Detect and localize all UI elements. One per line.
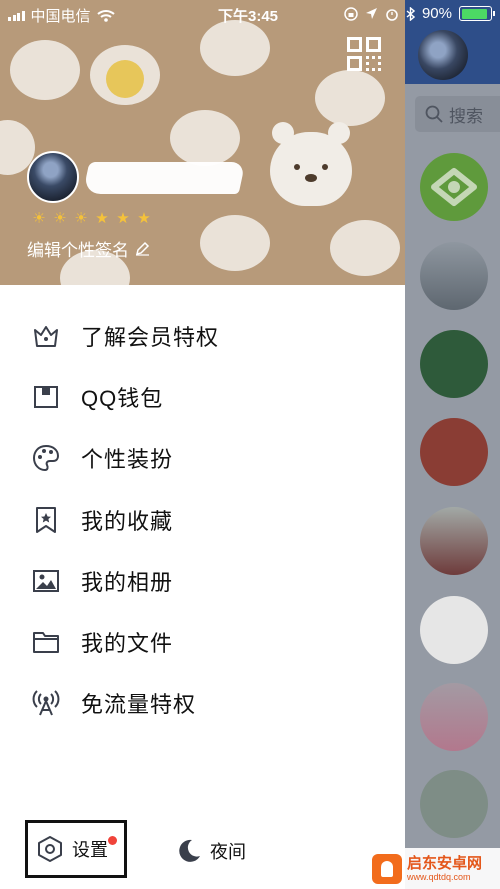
search-placeholder: 搜索 bbox=[449, 106, 483, 126]
bun-decoration bbox=[200, 20, 270, 76]
menu-item-files[interactable]: 我的文件 bbox=[0, 611, 405, 672]
sun-level-icon: ☀ bbox=[74, 210, 88, 227]
menu-item-label: 我的文件 bbox=[81, 631, 174, 657]
bun-decoration bbox=[330, 220, 400, 276]
palette-icon bbox=[30, 442, 62, 474]
menu-item-label: 了解会员特权 bbox=[81, 324, 220, 350]
redacted-nickname[interactable] bbox=[82, 162, 246, 194]
wifi-icon bbox=[96, 10, 115, 22]
bear-decoration bbox=[270, 122, 352, 206]
side-drawer: ☀ ☀ ☀ ★ ★ ★ 编辑个性签名 了解会员特权 QQ钱包 个性装扮 我的收藏… bbox=[0, 0, 405, 889]
menu-item-label: 我的相册 bbox=[81, 569, 174, 595]
menu-item-label: 个性装扮 bbox=[81, 447, 174, 473]
orientation-lock-icon bbox=[344, 6, 358, 21]
bookmark-star-icon bbox=[30, 504, 62, 536]
qr-code-icon[interactable] bbox=[347, 37, 381, 71]
menu-item-free-data[interactable]: 免流量特权 bbox=[0, 673, 405, 734]
menu-item-label: QQ钱包 bbox=[81, 385, 164, 411]
watermark-url: www.qdtdq.com bbox=[407, 871, 471, 882]
chat-avatar bbox=[420, 770, 488, 838]
menu-item-vip[interactable]: 了解会员特权 bbox=[0, 305, 405, 366]
egg-yolk-decoration bbox=[106, 60, 144, 98]
star-level-icon: ★ bbox=[95, 210, 109, 227]
carrier-label: 中国电信 bbox=[30, 8, 91, 25]
pencil-icon bbox=[135, 241, 150, 256]
photo-icon bbox=[30, 565, 62, 597]
avatar[interactable] bbox=[27, 151, 79, 203]
profile-header: ☀ ☀ ☀ ★ ★ ★ 编辑个性签名 bbox=[0, 0, 405, 285]
signal-tower-icon bbox=[30, 687, 62, 719]
bun-decoration bbox=[170, 110, 240, 166]
search-icon bbox=[425, 105, 443, 123]
notification-dot bbox=[108, 836, 117, 845]
drawer-footer: 设置 夜间 bbox=[0, 812, 405, 889]
clock: 下午3:45 bbox=[218, 8, 279, 25]
menu-item-label: 我的收藏 bbox=[81, 508, 174, 534]
star-level-icon: ★ bbox=[137, 210, 151, 227]
chat-avatar bbox=[420, 596, 488, 664]
menu-item-album[interactable]: 我的相册 bbox=[0, 550, 405, 611]
site-watermark: 启东安卓网 www.qdtdq.com bbox=[368, 848, 500, 889]
battery-icon bbox=[459, 6, 495, 21]
menu-item-themes[interactable]: 个性装扮 bbox=[0, 428, 405, 489]
chat-avatar bbox=[420, 418, 488, 486]
bun-decoration bbox=[200, 215, 270, 271]
signature-label: 编辑个性签名 bbox=[27, 241, 129, 260]
location-arrow-icon bbox=[365, 8, 377, 19]
menu-item-label: 免流量特权 bbox=[81, 692, 197, 718]
crown-icon bbox=[30, 320, 62, 352]
level-badges[interactable]: ☀ ☀ ☀ ★ ★ ★ bbox=[30, 210, 153, 228]
edit-signature-link[interactable]: 编辑个性签名 bbox=[27, 236, 150, 261]
chat-avatar bbox=[420, 242, 488, 310]
search-bar: 搜索 bbox=[415, 96, 500, 132]
bun-decoration bbox=[10, 40, 80, 100]
menu-item-wallet[interactable]: QQ钱包 bbox=[0, 366, 405, 427]
chat-avatar bbox=[420, 507, 488, 575]
carrier-info: 中国电信 bbox=[8, 5, 115, 26]
battery-percent: 90% bbox=[421, 5, 452, 22]
eye-logo-icon bbox=[431, 168, 477, 206]
header-avatar bbox=[418, 30, 468, 80]
sun-level-icon: ☀ bbox=[32, 210, 46, 227]
night-mode-label: 夜间 bbox=[210, 842, 246, 862]
bun-decoration bbox=[315, 70, 385, 126]
wallet-icon bbox=[30, 381, 62, 413]
settings-button[interactable]: 设置 bbox=[25, 820, 127, 878]
star-level-icon: ★ bbox=[116, 210, 130, 227]
watermark-title: 启东安卓网 bbox=[407, 854, 483, 872]
drawer-menu: 了解会员特权 QQ钱包 个性装扮 我的收藏 我的相册 我的文件 免流量特权 bbox=[0, 305, 405, 734]
alarm-icon bbox=[386, 8, 398, 21]
chat-avatar bbox=[420, 330, 488, 398]
watermark-logo bbox=[372, 853, 402, 884]
sun-level-icon: ☀ bbox=[53, 210, 67, 227]
menu-item-favorites[interactable]: 我的收藏 bbox=[0, 489, 405, 550]
chat-avatar bbox=[420, 153, 488, 221]
settings-label: 设置 bbox=[72, 840, 108, 860]
dimmed-main-panel[interactable]: 搜索 bbox=[405, 0, 500, 889]
folder-icon bbox=[30, 626, 62, 658]
chat-avatar bbox=[420, 683, 488, 751]
status-bar: 中国电信 下午3:45 90% bbox=[0, 0, 500, 26]
status-right-icons: 90% bbox=[344, 5, 495, 22]
bluetooth-icon bbox=[406, 6, 415, 21]
hexagon-settings-icon bbox=[38, 836, 62, 862]
moon-icon bbox=[179, 839, 200, 862]
night-mode-button[interactable]: 夜间 bbox=[176, 838, 246, 864]
signal-bars-icon bbox=[8, 10, 25, 21]
